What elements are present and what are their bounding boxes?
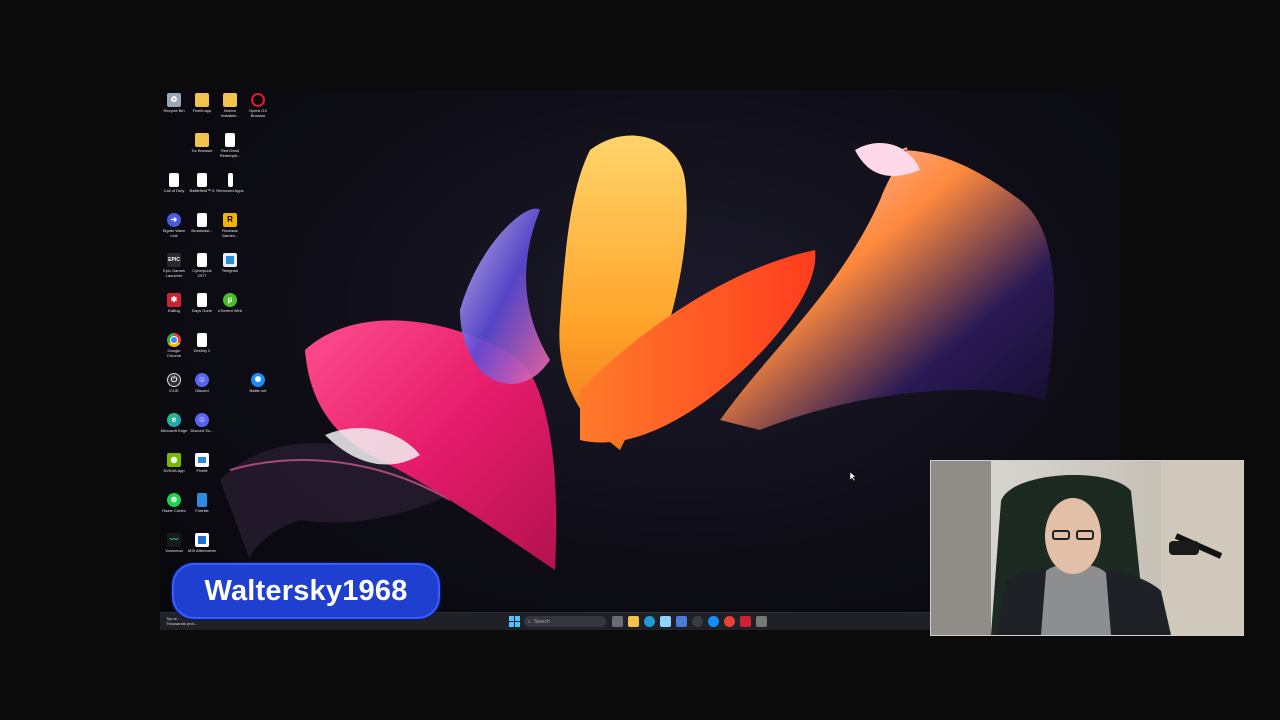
desktop-icon-fortnite[interactable]: Fortnite — [188, 493, 216, 514]
settings-taskbar-icon[interactable] — [676, 616, 687, 627]
desktop-icon-battlenet[interactable]: ✺ Battle.net — [244, 373, 272, 394]
desktop-icon-msi-afterburner[interactable]: MSI Afterburner — [188, 533, 216, 554]
discord-icon: ☺ — [195, 413, 209, 427]
task-view-button[interactable] — [612, 616, 623, 627]
file-icon — [169, 173, 179, 187]
voicemod-icon: 〰 — [167, 533, 181, 547]
opera-gx-icon — [251, 93, 265, 107]
desktop-icon-rockstar[interactable]: R Rockstar Games... — [216, 213, 244, 238]
folder-icon — [223, 93, 237, 107]
folder-icon — [195, 133, 209, 147]
fortnite-icon — [197, 493, 207, 507]
desktop-icon-broadcast[interactable]: Broadcast... — [188, 213, 216, 234]
desktop-icon-chrome[interactable]: Google Chrome — [160, 333, 188, 358]
desktop-icon-tor-browser[interactable]: Tor Browser — [188, 133, 216, 154]
chrome-icon — [167, 333, 181, 347]
desktop-icon-razer-cortex[interactable]: ⊛ Razer Cortex — [160, 493, 188, 514]
file-icon — [227, 173, 233, 187]
desktop-icon-telegram[interactable]: Telegram — [216, 253, 244, 274]
rockstar-icon: R — [223, 213, 237, 227]
wave-link-icon: ➔ — [167, 213, 181, 227]
desktop-icon-nvidia[interactable]: ◉ NVIDIA App — [160, 453, 188, 474]
desktop-icon-battlefield[interactable]: Battlefield™ 6 — [188, 173, 216, 194]
desktop-icon-eabug[interactable]: ✱ EaBug — [160, 293, 188, 314]
desktop-icon-opera-gx[interactable]: Opera GX Browser — [244, 93, 272, 118]
edge-taskbar-icon[interactable] — [644, 616, 655, 627]
desktop-icon-epic-games[interactable]: EPIC Epic Games Launcher — [160, 253, 188, 278]
razer-cortex-icon: ⊛ — [167, 493, 181, 507]
file-icon — [197, 173, 207, 187]
desktop-icon-icue[interactable]: ⏻ iCUE — [160, 373, 188, 394]
news-headline-detail: Thousands prot... — [166, 621, 198, 626]
app-taskbar-icon[interactable] — [740, 616, 751, 627]
file-icon — [197, 253, 207, 267]
start-button[interactable] — [509, 616, 520, 627]
desktop-icon-discord-support[interactable]: ☺ Discord Su... — [188, 413, 216, 434]
store-taskbar-icon[interactable] — [660, 616, 671, 627]
recycle-bin-icon: ♻ — [167, 93, 181, 107]
desktop-icon-recycle-bin[interactable]: ♻ Recycle Bin — [160, 93, 188, 114]
file-icon — [197, 293, 207, 307]
epic-games-icon: EPIC — [167, 253, 181, 267]
file-icon — [197, 333, 207, 347]
media-taskbar-icon[interactable] — [692, 616, 703, 627]
desktop-icon-norton-folder[interactable]: Norton Installati... — [216, 93, 244, 118]
file-icon — [225, 133, 235, 147]
folder-icon — [195, 93, 209, 107]
eabug-icon: ✱ — [167, 293, 181, 307]
icue-icon: ⏻ — [167, 373, 181, 387]
taskbar-search-box[interactable]: ⌕ Search — [524, 616, 606, 627]
desktop-icon-wave-link[interactable]: ➔ Elgato Wave Link — [160, 213, 188, 238]
discord-icon: ☺ — [195, 373, 209, 387]
desktop-icon-days-gone[interactable]: Days Gone — [188, 293, 216, 314]
nvidia-icon: ◉ — [167, 453, 181, 467]
battlenet-taskbar-icon[interactable] — [708, 616, 719, 627]
file-explorer-taskbar-icon[interactable] — [628, 616, 639, 627]
desktop-icon-cyberpunk[interactable]: Cyberpunk 2077 — [188, 253, 216, 278]
file-icon — [197, 213, 207, 227]
desktop-icon-fivem[interactable]: FiveM — [188, 453, 216, 474]
utorrent-icon: µ — [223, 293, 237, 307]
app-taskbar-icon-2[interactable] — [756, 616, 767, 627]
desktop-icon-discord[interactable]: ☺ Discord — [188, 373, 216, 394]
desktop-icon-red-dead[interactable]: Red Dead Redempti... — [216, 133, 244, 158]
msi-afterburner-icon — [195, 533, 209, 547]
telegram-icon — [223, 253, 237, 267]
search-icon: ⌕ — [528, 618, 531, 625]
chrome-taskbar-icon[interactable] — [724, 616, 735, 627]
fivem-icon — [195, 453, 209, 467]
battlenet-icon: ✺ — [251, 373, 265, 387]
desktop-icon-voicemod[interactable]: 〰 Voicemod — [160, 533, 188, 554]
edge-icon: e — [167, 413, 181, 427]
webcam-feed — [930, 460, 1244, 636]
desktop-icon-fivem-app-folder[interactable]: FiveM.app — [188, 93, 216, 114]
mouse-cursor-icon — [850, 472, 857, 482]
desktop-icon-edge[interactable]: e Microsoft Edge — [160, 413, 188, 434]
channel-name-badge: Waltersky1968 — [172, 563, 440, 619]
webcam-person-image — [931, 461, 1243, 635]
windows-logo-icon — [509, 616, 514, 621]
desktop-icon-call-of-duty[interactable]: Call of Duty — [160, 173, 188, 194]
search-placeholder: Search — [533, 618, 550, 625]
desktop-icon-utorrent[interactable]: µ uTorrent Web — [216, 293, 244, 314]
desktop-icon-destiny[interactable]: Destiny 2 — [188, 333, 216, 354]
desktop-icon-removed-apps[interactable]: Removed Apps — [216, 173, 244, 194]
